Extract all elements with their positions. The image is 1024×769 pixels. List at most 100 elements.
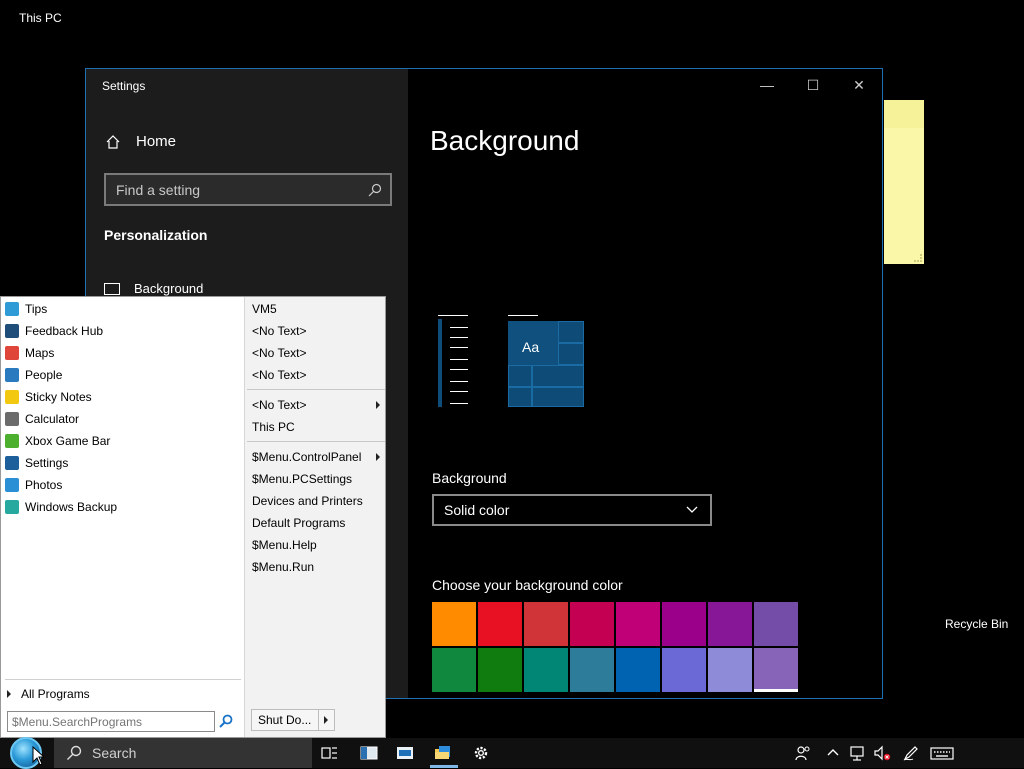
places-item[interactable]: VM5 xyxy=(252,299,382,319)
nav-item-background[interactable]: Background xyxy=(104,281,203,296)
network-icon[interactable] xyxy=(849,744,867,762)
program-item[interactable]: Photos xyxy=(5,475,62,495)
places-item[interactable]: $Menu.PCSettings xyxy=(252,469,382,489)
preview-start-column xyxy=(438,319,442,407)
home-label: Home xyxy=(136,133,177,150)
places-item[interactable]: <No Text> xyxy=(252,321,382,341)
color-swatch[interactable] xyxy=(478,648,522,692)
search-programs-input[interactable] xyxy=(12,714,214,729)
program-label: Tips xyxy=(25,302,48,316)
color-swatch[interactable] xyxy=(570,602,614,646)
home-icon xyxy=(106,134,120,149)
places-item-label: $Menu.PCSettings xyxy=(252,472,353,486)
places-item[interactable]: Devices and Printers xyxy=(252,491,382,511)
program-item[interactable]: Sticky Notes xyxy=(5,387,92,407)
sticky-note-window[interactable] xyxy=(884,100,924,264)
preview-tile xyxy=(532,365,584,387)
color-swatch[interactable] xyxy=(754,648,798,692)
color-swatch[interactable] xyxy=(616,648,660,692)
program-item[interactable]: Tips xyxy=(5,299,47,319)
program-item[interactable]: Xbox Game Bar xyxy=(5,431,110,451)
xbox-icon xyxy=(5,434,19,448)
places-item[interactable]: $Menu.ControlPanel xyxy=(252,447,382,467)
places-item-label: <No Text> xyxy=(252,346,307,360)
color-swatch[interactable] xyxy=(432,648,476,692)
places-item[interactable]: $Menu.Help xyxy=(252,535,382,555)
program-item[interactable]: Calculator xyxy=(5,409,79,429)
program-label: Calculator xyxy=(25,412,80,426)
shutdown-options-button[interactable] xyxy=(318,710,334,730)
places-item[interactable]: Default Programs xyxy=(252,513,382,533)
places-item[interactable]: <No Text> xyxy=(252,343,382,363)
app-window-icon[interactable] xyxy=(360,744,378,762)
divider xyxy=(247,441,385,442)
preview-line xyxy=(450,359,468,360)
chevron-right-icon xyxy=(323,716,328,724)
places-item[interactable]: <No Text> xyxy=(252,395,382,415)
color-swatch[interactable] xyxy=(754,602,798,646)
preview-line xyxy=(450,381,468,382)
color-swatch[interactable] xyxy=(708,648,752,692)
color-swatch[interactable] xyxy=(432,602,476,646)
store-icon[interactable] xyxy=(396,744,414,762)
settings-icon[interactable] xyxy=(472,744,490,762)
submenu-arrow-icon xyxy=(376,453,380,461)
close-button[interactable]: ✕ xyxy=(836,69,882,101)
resize-grip[interactable] xyxy=(914,254,922,262)
color-swatch[interactable] xyxy=(616,602,660,646)
places-item-label: <No Text> xyxy=(252,324,307,338)
background-type-dropdown[interactable]: Solid color xyxy=(432,494,712,526)
minimize-button[interactable]: — xyxy=(744,69,790,101)
program-item[interactable]: Windows Backup xyxy=(5,497,117,517)
places-item[interactable]: $Menu.Run xyxy=(252,557,382,577)
desktop-icon-this-pc[interactable]: This PC xyxy=(19,11,62,25)
tips-icon xyxy=(5,302,19,316)
preview-tile xyxy=(558,343,584,365)
preview-tile xyxy=(558,321,584,343)
find-setting-search-box[interactable] xyxy=(104,173,392,206)
keyboard-icon[interactable] xyxy=(930,744,954,762)
volume-muted-icon[interactable] xyxy=(873,744,891,762)
find-setting-input[interactable] xyxy=(116,181,368,198)
places-item-label: $Menu.Run xyxy=(252,560,315,574)
background-type-value: Solid color xyxy=(444,502,510,518)
desktop-icon-recycle-bin[interactable]: Recycle Bin xyxy=(945,617,1008,631)
calculator-icon xyxy=(5,412,19,426)
program-label: Sticky Notes xyxy=(25,390,92,404)
search-icon[interactable] xyxy=(219,714,233,728)
pen-icon[interactable] xyxy=(902,744,920,762)
file-explorer-icon[interactable] xyxy=(434,744,452,762)
shutdown-button[interactable]: Shut Do... xyxy=(251,709,335,731)
color-swatch[interactable] xyxy=(524,602,568,646)
program-item[interactable]: Feedback Hub xyxy=(5,321,103,341)
program-item[interactable]: People xyxy=(5,365,62,385)
maximize-button[interactable]: ☐ xyxy=(790,69,836,101)
taskbar-search-box[interactable]: Search xyxy=(54,738,312,768)
color-swatch[interactable] xyxy=(524,648,568,692)
feedback-hub-icon xyxy=(5,324,19,338)
preview-line xyxy=(450,327,468,328)
places-item[interactable]: <No Text> xyxy=(252,365,382,385)
program-item[interactable]: Maps xyxy=(5,343,54,363)
all-programs-button[interactable]: All Programs xyxy=(7,687,90,701)
settings-icon xyxy=(5,456,19,470)
program-label: Maps xyxy=(25,346,55,360)
program-item[interactable]: Settings xyxy=(5,453,68,473)
section-heading: Personalization xyxy=(104,227,208,243)
color-swatch[interactable] xyxy=(662,648,706,692)
program-label: People xyxy=(25,368,63,382)
task-view-icon[interactable] xyxy=(320,744,338,762)
color-swatch[interactable] xyxy=(570,648,614,692)
color-swatch[interactable] xyxy=(708,602,752,646)
color-swatch[interactable] xyxy=(478,602,522,646)
people-icon[interactable] xyxy=(794,744,812,762)
search-programs-box[interactable] xyxy=(7,711,215,732)
preview-line xyxy=(450,337,468,338)
backup-icon xyxy=(5,500,19,514)
places-item[interactable]: This PC xyxy=(252,417,382,437)
home-nav-item[interactable]: Home xyxy=(106,133,176,150)
color-swatch[interactable] xyxy=(662,602,706,646)
chevron-up-icon[interactable] xyxy=(826,744,840,762)
program-label: Xbox Game Bar xyxy=(25,434,111,448)
preview-line xyxy=(438,315,468,316)
